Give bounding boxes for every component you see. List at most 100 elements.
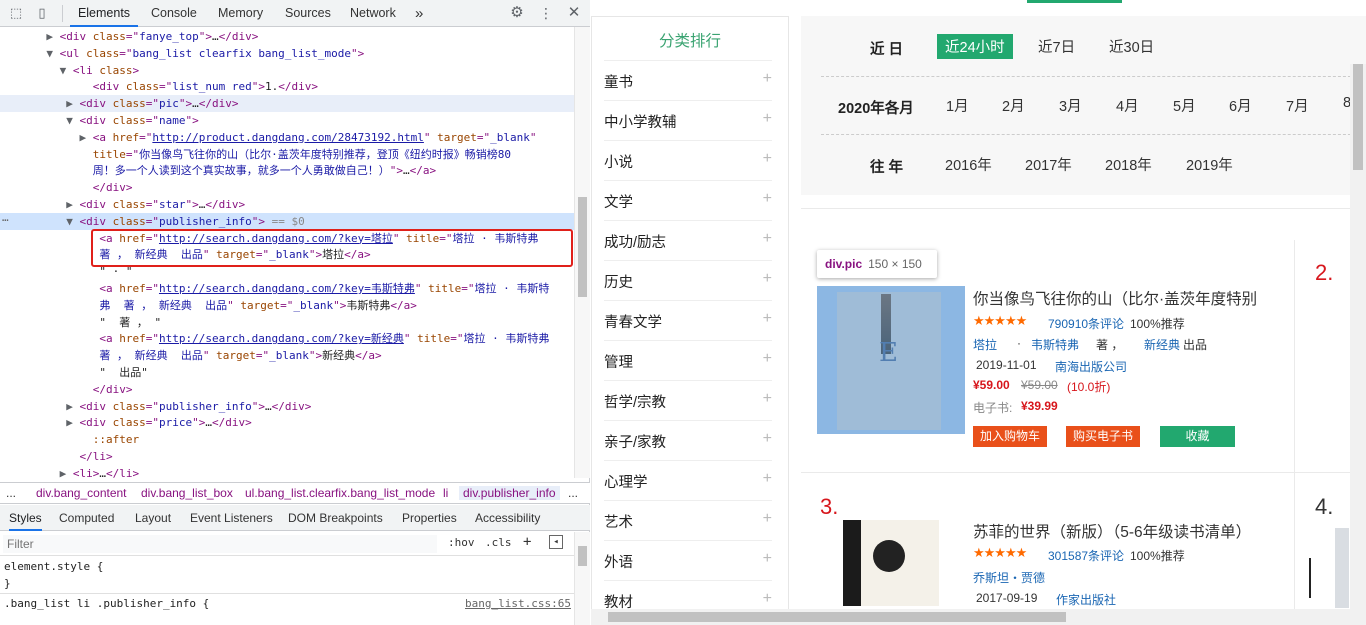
breadcrumb-overflow-left[interactable]: ... <box>6 486 16 500</box>
page-vertical-scrollbar[interactable] <box>1350 64 1366 609</box>
press-link[interactable]: 作家出版社 <box>1056 591 1116 608</box>
expand-triangle-open-icon[interactable]: ▼ <box>60 64 73 77</box>
dom-node-line[interactable]: " 出品" <box>0 364 574 381</box>
expand-plus-icon[interactable]: + <box>763 270 772 288</box>
more-tabs-icon[interactable]: » <box>415 0 423 27</box>
breadcrumb-item[interactable]: div.bang_content <box>36 486 127 500</box>
sidebar-category-item[interactable]: 小说 + <box>604 140 772 180</box>
author-link[interactable]: 乔斯坦・贾德 <box>973 569 1045 586</box>
breadcrumb-overflow-right[interactable]: ... <box>568 486 578 500</box>
expand-triangle-open-icon[interactable]: ▼ <box>66 215 79 228</box>
sidebar-category-item[interactable]: 管理 + <box>604 340 772 380</box>
tab-memory[interactable]: Memory <box>218 0 263 27</box>
sidebar-category-item[interactable]: 文学 + <box>604 180 772 220</box>
book-cover-image[interactable]: E <box>817 286 965 434</box>
dom-node-line[interactable]: ▶ <div class="fanye_top">…</div> <box>0 28 574 45</box>
expand-plus-icon[interactable]: + <box>763 230 772 248</box>
new-style-rule-icon[interactable]: + <box>523 534 531 550</box>
sidebar-category-item[interactable]: 外语 + <box>604 540 772 580</box>
device-toolbar-icon[interactable]: ▯ <box>34 5 50 21</box>
expand-plus-icon[interactable]: + <box>763 430 772 448</box>
filter-month-option[interactable]: 4月 <box>1116 95 1139 116</box>
filter-month-option[interactable]: 7月 <box>1286 95 1309 116</box>
expand-triangle-closed-icon[interactable]: ▶ <box>66 416 79 429</box>
expand-plus-icon[interactable]: + <box>763 590 772 608</box>
tab-layout[interactable]: Layout <box>135 505 171 531</box>
dom-node-line[interactable]: <a href="http://search.dangdang.com/?key… <box>0 280 574 297</box>
dom-token[interactable]: http://search.dangdang.com/?key=新经典 <box>159 332 404 345</box>
filter-year-option[interactable]: 2018年 <box>1105 154 1152 175</box>
expand-plus-icon[interactable]: + <box>763 390 772 408</box>
dom-node-line[interactable]: ▶ <div class="pic">…</div> <box>0 95 574 113</box>
dom-node-line[interactable]: </li> <box>0 448 574 465</box>
filter-month-option[interactable]: 3月 <box>1059 95 1082 116</box>
expand-triangle-closed-icon[interactable]: ▶ <box>60 467 73 478</box>
settings-gear-icon[interactable]: ⚙ <box>509 5 525 21</box>
dom-node-line[interactable]: ▶ <a href="http://product.dangdang.com/2… <box>0 129 574 146</box>
sidebar-category-item[interactable]: 青春文学 + <box>604 300 772 340</box>
filter-24h-option[interactable]: 近24小时 <box>937 34 1013 59</box>
filter-month-option[interactable]: 2月 <box>1002 95 1025 116</box>
review-count-link[interactable]: 301587条评论 <box>1048 547 1124 564</box>
tab-sources[interactable]: Sources <box>285 0 331 27</box>
breadcrumb-item[interactable]: div.bang_list_box <box>141 486 233 500</box>
sidebar-category-item[interactable]: 童书 + <box>604 60 772 100</box>
dom-node-line[interactable]: <a href="http://search.dangdang.com/?key… <box>0 330 574 347</box>
expand-plus-icon[interactable]: + <box>763 310 772 328</box>
styles-filter-input[interactable] <box>3 535 437 553</box>
sidebar-category-item[interactable]: 心理学 + <box>604 460 772 500</box>
tab-dom-breakpoints[interactable]: DOM Breakpoints <box>288 505 383 531</box>
dom-node-line[interactable]: ▶ <li>…</li> <box>0 465 574 478</box>
page-horizontal-scrollbar[interactable] <box>591 609 1366 625</box>
expand-triangle-closed-icon[interactable]: ▶ <box>79 131 92 144</box>
styles-scrollbar[interactable] <box>574 532 590 625</box>
expand-plus-icon[interactable]: + <box>763 110 772 128</box>
dom-node-line[interactable]: ▼ <ul class="bang_list clearfix bang_lis… <box>0 45 574 62</box>
book-cover-image[interactable] <box>843 520 939 606</box>
close-icon[interactable]: ✕ <box>566 5 582 21</box>
author-link[interactable]: 韦斯特弗 <box>1031 336 1079 353</box>
dom-token[interactable]: http://product.dangdang.com/28473192.htm… <box>152 131 424 144</box>
dom-node-line[interactable]: ▶ <div class="publisher_info">…</div> <box>0 398 574 415</box>
sidebar-category-item[interactable]: 艺术 + <box>604 500 772 540</box>
expand-triangle-open-icon[interactable]: ▼ <box>46 47 59 60</box>
tab-styles[interactable]: Styles <box>9 505 42 531</box>
node-actions-ellipsis[interactable]: … <box>2 211 9 224</box>
expand-plus-icon[interactable]: + <box>763 150 772 168</box>
scrollbar-thumb[interactable] <box>578 197 587 297</box>
dom-token[interactable]: http://search.dangdang.com/?key=韦斯特弗 <box>159 282 415 295</box>
dom-node-line[interactable]: 弗 著 ， 新经典 出品" target="_blank">韦斯特弗</a> <box>0 297 574 314</box>
filter-month-option[interactable]: 6月 <box>1229 95 1252 116</box>
kebab-menu-icon[interactable]: ⋮ <box>538 5 554 21</box>
inspect-element-icon[interactable]: ⬚ <box>8 5 24 21</box>
dom-node-line[interactable]: </div> <box>0 381 574 398</box>
publisher-brand-link[interactable]: 新经典 <box>1144 336 1180 353</box>
book-thumbnail-partial[interactable] <box>1335 528 1349 608</box>
tab-network[interactable]: Network <box>350 0 396 27</box>
dom-node-line[interactable]: </div> <box>0 179 574 196</box>
book-title-link[interactable]: 苏菲的世界（新版）（5-6年级读书清单） <box>973 520 1251 542</box>
dom-node-line[interactable]: ::after <box>0 431 574 448</box>
class-toggle-button[interactable]: .cls <box>485 536 512 549</box>
scrollbar-thumb[interactable] <box>578 546 587 566</box>
sidebar-category-item[interactable]: 历史 + <box>604 260 772 300</box>
dom-node-line[interactable]: <div class="list_num red">1.</div> <box>0 78 574 95</box>
style-source-link[interactable]: bang_list.css:65 <box>465 597 571 610</box>
dom-node-line[interactable]: ▼ <div class="publisher_info"> == $0 <box>0 212 574 230</box>
breadcrumb-item[interactable]: li <box>443 486 448 500</box>
scrollbar-thumb[interactable] <box>608 612 1066 622</box>
sidebar-category-item[interactable]: 亲子/家教 + <box>604 420 772 460</box>
dom-node-line[interactable]: ▼ <li class> <box>0 62 574 79</box>
expand-triangle-open-icon[interactable]: ▼ <box>66 114 79 127</box>
favorite-button[interactable]: 收藏 <box>1160 426 1235 447</box>
filter-month-option[interactable]: 1月 <box>946 95 969 116</box>
breadcrumb-item[interactable]: ul.bang_list.clearfix.bang_list_mode <box>245 486 435 500</box>
author-link[interactable]: 塔拉 <box>973 336 997 353</box>
scrollbar-thumb[interactable] <box>1353 64 1363 170</box>
dom-node-line[interactable]: ▶ <div class="price">…</div> <box>0 414 574 431</box>
filter-year-option[interactable]: 2016年 <box>945 154 992 175</box>
filter-30d-option[interactable]: 近30日 <box>1109 36 1154 57</box>
sidebar-category-item[interactable]: 哲学/宗教 + <box>604 380 772 420</box>
expand-triangle-closed-icon[interactable]: ▶ <box>46 30 59 43</box>
add-to-cart-button[interactable]: 加入购物车 <box>973 426 1047 447</box>
